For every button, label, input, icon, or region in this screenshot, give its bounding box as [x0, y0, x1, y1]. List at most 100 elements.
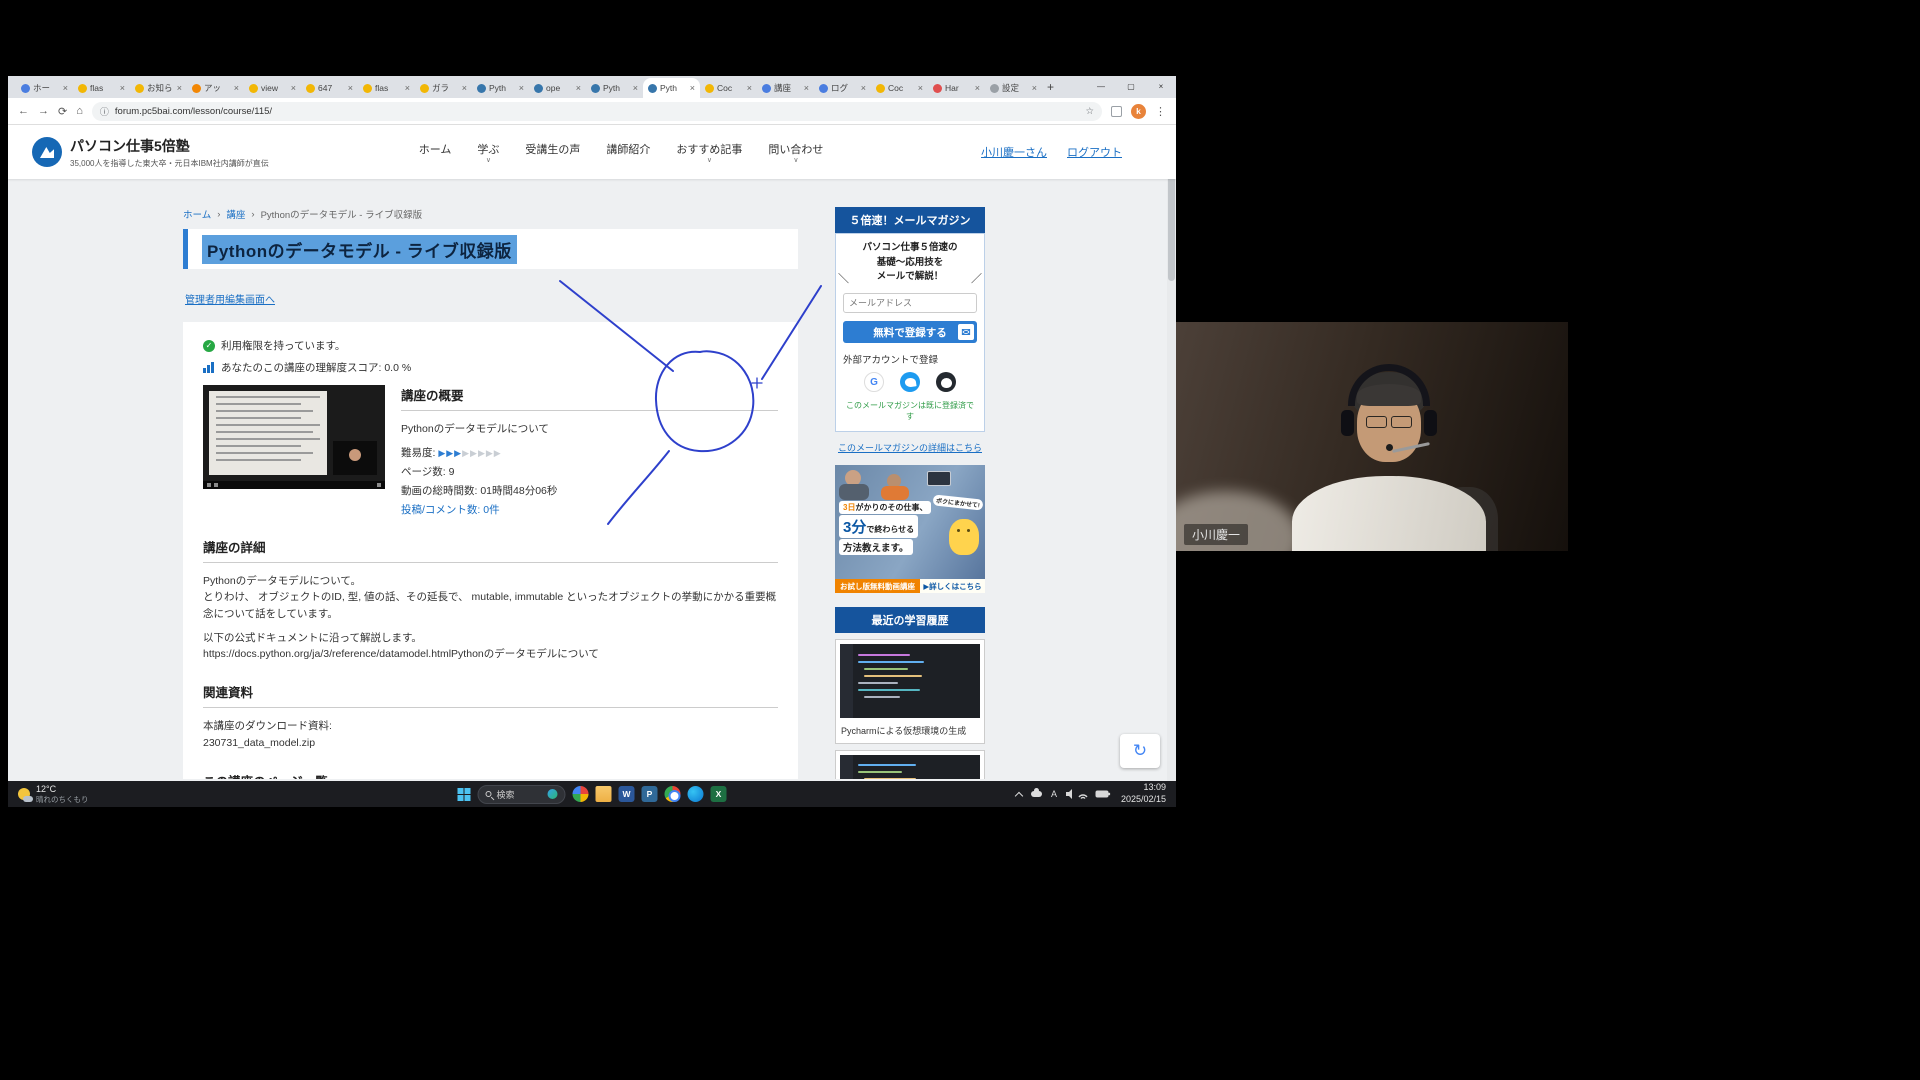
taskbar-clock[interactable]: 13:09 2025/02/15: [1121, 782, 1166, 805]
thumbnail-doc: [209, 391, 327, 475]
tab-close-icon[interactable]: ×: [462, 83, 467, 93]
taskbar-search[interactable]: 検索: [478, 785, 566, 804]
github-icon[interactable]: [936, 372, 956, 392]
network-volume-battery-icons[interactable]: [1066, 788, 1112, 800]
tab-close-icon[interactable]: ×: [633, 83, 638, 93]
magazine-detail-link[interactable]: このメールマガジンの詳細はこちら: [835, 441, 985, 454]
tab-close-icon[interactable]: ×: [291, 83, 296, 93]
nav-item-learn[interactable]: 学ぶ∨: [477, 141, 499, 164]
tab-close-icon[interactable]: ×: [576, 83, 581, 93]
address-bar[interactable]: ⓘ forum.pc5bai.com/lesson/course/115/ ☆: [92, 102, 1102, 121]
user-account-link[interactable]: 小川慶一さん: [981, 144, 1047, 160]
download-zip-link[interactable]: 230731_data_model.zip: [203, 735, 778, 751]
browser-tab[interactable]: 647×: [301, 78, 358, 98]
site-info-icon[interactable]: ⓘ: [100, 105, 109, 118]
browser-tab[interactable]: アッ×: [187, 78, 244, 98]
ad-banner[interactable]: 3日がかりのその仕事、 3分で終わらせる 方法教えます。 ボクにまかせて! お試…: [835, 465, 985, 593]
onedrive-icon[interactable]: [1031, 791, 1042, 797]
tab-close-icon[interactable]: ×: [1032, 83, 1037, 93]
python-app-icon[interactable]: P: [642, 786, 658, 802]
browser-tab[interactable]: view×: [244, 78, 301, 98]
tab-close-icon[interactable]: ×: [177, 83, 182, 93]
tab-close-icon[interactable]: ×: [63, 83, 68, 93]
admin-edit-link[interactable]: 管理者用編集画面へ: [185, 291, 275, 306]
tray-chevron-up-icon[interactable]: [1015, 791, 1023, 799]
tab-close-icon[interactable]: ×: [861, 83, 866, 93]
history-item-caption[interactable]: Pycharmによる仮想環境の生成: [836, 722, 984, 743]
breadcrumb-home-link[interactable]: ホーム: [183, 207, 211, 221]
chrome-icon[interactable]: [665, 786, 681, 802]
logout-link[interactable]: ログアウト: [1067, 144, 1122, 160]
browser-tab-active[interactable]: Pyth×: [643, 78, 700, 98]
weather-widget[interactable]: 12°C 晴れのちくもり: [8, 784, 208, 805]
ad-speech-bubble: ボクにまかせて!: [933, 495, 984, 511]
extensions-icon[interactable]: [1111, 106, 1122, 117]
browser-tab[interactable]: Har×: [928, 78, 985, 98]
nav-item-contact[interactable]: 問い合わせ∨: [768, 141, 823, 164]
tab-close-icon[interactable]: ×: [975, 83, 980, 93]
browser-tab[interactable]: Pyth×: [472, 78, 529, 98]
browser-tab[interactable]: 講座×: [757, 78, 814, 98]
page-scrollbar[interactable]: [1167, 125, 1176, 781]
nav-item-instructors[interactable]: 講師紹介: [606, 141, 650, 164]
tab-close-icon[interactable]: ×: [234, 83, 239, 93]
tab-label: Coc: [717, 83, 744, 93]
nav-item-voices[interactable]: 受講生の声: [525, 141, 580, 164]
google-icon[interactable]: G: [864, 372, 884, 392]
tab-close-icon[interactable]: ×: [918, 83, 923, 93]
excel-icon[interactable]: X: [711, 786, 727, 802]
reload-icon[interactable]: ⟳: [58, 105, 67, 118]
nav-item-home[interactable]: ホーム: [419, 141, 452, 164]
browser-tab[interactable]: Coc×: [700, 78, 757, 98]
browser-tab[interactable]: ope×: [529, 78, 586, 98]
profile-avatar[interactable]: k: [1131, 104, 1146, 119]
back-icon[interactable]: ←: [18, 105, 29, 117]
browser-tab[interactable]: flas×: [73, 78, 130, 98]
browser-tab[interactable]: ガラ×: [415, 78, 472, 98]
tab-label: 講座: [774, 82, 801, 94]
video-thumbnail[interactable]: [203, 385, 385, 489]
start-button[interactable]: [458, 788, 471, 801]
comments-link[interactable]: 投稿/コメント数: 0件: [401, 502, 778, 517]
related-heading: 関連資料: [203, 682, 778, 708]
recaptcha-badge[interactable]: ↻: [1120, 734, 1160, 768]
nav-item-articles[interactable]: おすすめ記事∨: [676, 141, 742, 164]
twitter-icon[interactable]: [900, 372, 920, 392]
breadcrumb-courses-link[interactable]: 講座: [226, 207, 245, 221]
forward-icon[interactable]: →: [38, 105, 49, 117]
file-explorer-icon[interactable]: [596, 786, 612, 802]
url-text[interactable]: forum.pc5bai.com/lesson/course/115/: [115, 106, 1080, 117]
register-button[interactable]: 無料で登録する ✉: [843, 321, 977, 343]
ime-indicator[interactable]: A: [1051, 789, 1057, 799]
email-input[interactable]: [843, 293, 977, 313]
close-button[interactable]: ×: [1146, 76, 1176, 96]
tab-close-icon[interactable]: ×: [348, 83, 353, 93]
site-logo[interactable]: パソコン仕事5倍塾 35,000人を指導した東大卒・元日本IBM社内講師が直伝: [32, 136, 269, 169]
browser-tab[interactable]: ホー×: [16, 78, 73, 98]
home-icon[interactable]: ⌂: [76, 105, 83, 117]
browser-tab[interactable]: 設定×: [985, 78, 1042, 98]
tab-close-icon[interactable]: ×: [519, 83, 524, 93]
chrome-menu-icon[interactable]: ⋮: [1155, 105, 1166, 118]
photos-app-icon[interactable]: [573, 786, 589, 802]
browser-tab[interactable]: Coc×: [871, 78, 928, 98]
bookmark-star-icon[interactable]: ☆: [1085, 106, 1094, 117]
tab-close-icon[interactable]: ×: [747, 83, 752, 93]
word-app-icon[interactable]: W: [619, 786, 635, 802]
tab-label: Har: [945, 83, 972, 93]
browser-tab[interactable]: ログ×: [814, 78, 871, 98]
ad-footer-link[interactable]: ▶詳しくはこちら: [920, 579, 985, 593]
maximize-button[interactable]: ▢: [1116, 76, 1146, 96]
browser-tab[interactable]: お知ら×: [130, 78, 187, 98]
tab-close-icon[interactable]: ×: [120, 83, 125, 93]
tab-close-icon[interactable]: ×: [690, 83, 695, 93]
history-item[interactable]: Pycharmによる仮想環境の生成: [835, 639, 985, 744]
new-tab-button[interactable]: +: [1047, 80, 1054, 94]
browser-tab[interactable]: Pyth×: [586, 78, 643, 98]
minimize-button[interactable]: —: [1086, 76, 1116, 96]
browser-tab[interactable]: flas×: [358, 78, 415, 98]
tab-close-icon[interactable]: ×: [804, 83, 809, 93]
edge-icon[interactable]: [688, 786, 704, 802]
history-item[interactable]: [835, 750, 985, 779]
tab-close-icon[interactable]: ×: [405, 83, 410, 93]
